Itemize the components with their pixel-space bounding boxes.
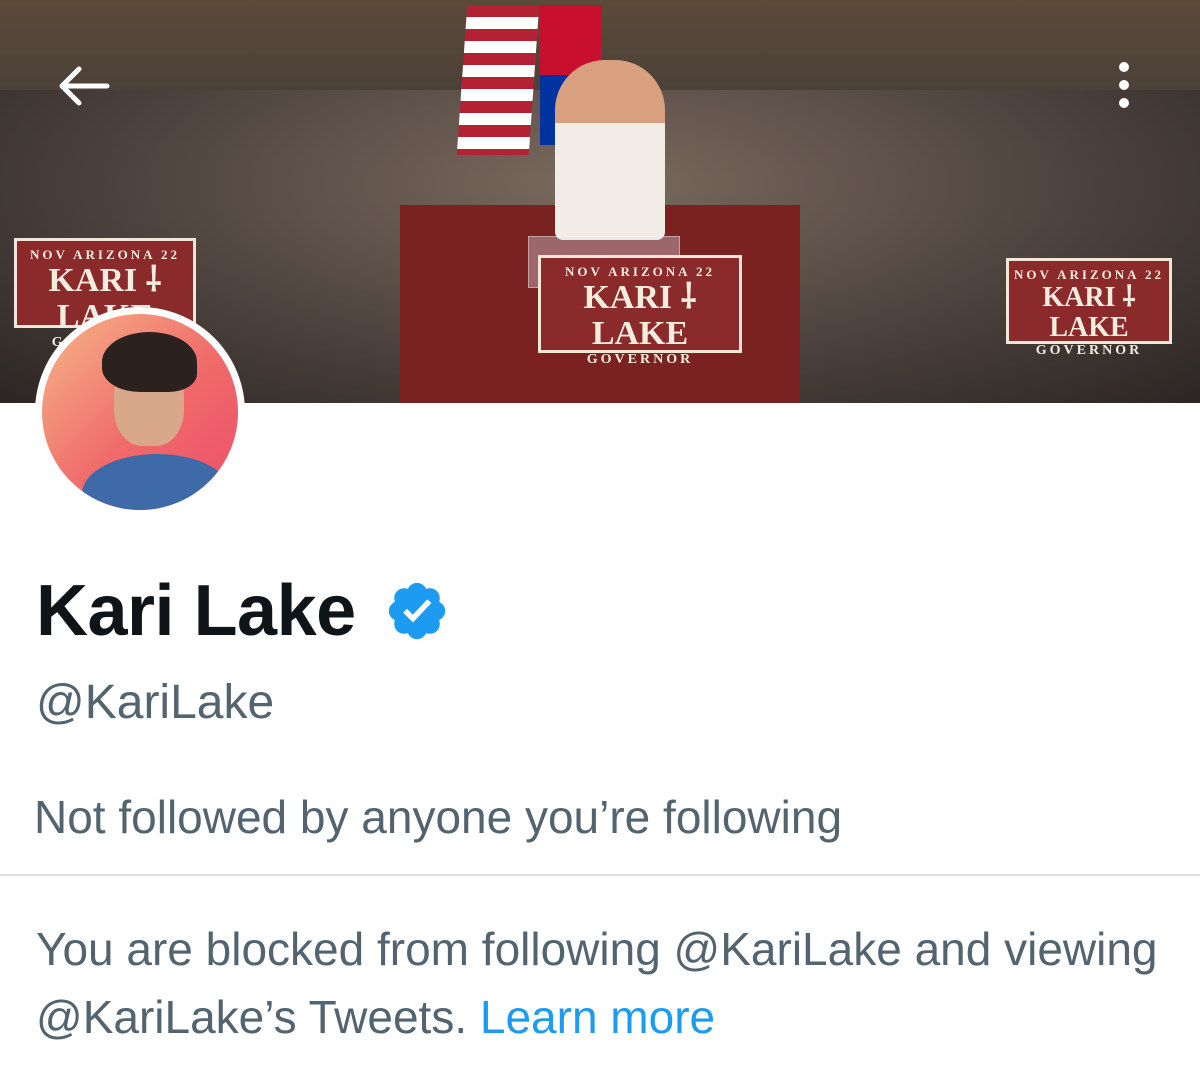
followers-you-know-note: Not followed by anyone you’re following — [34, 791, 843, 843]
avatar-portrait-hair — [102, 332, 197, 392]
sign-top-text: NOV ARIZONA 22 — [1013, 267, 1165, 282]
profile-handle: @KariLake — [36, 676, 275, 729]
back-button[interactable] — [48, 56, 118, 116]
sign-top-text: NOV ARIZONA 22 — [29, 247, 181, 262]
profile-name-row: Kari Lake — [36, 570, 450, 652]
learn-more-link[interactable]: Learn more — [480, 991, 715, 1043]
sign-top-text: NOV ARIZONA 22 — [564, 264, 716, 279]
sign-main-text: KARI ⸸ LAKE — [1042, 282, 1136, 343]
divider — [0, 874, 1200, 876]
campaign-sign: NOV ARIZONA 22 KARI ⸸ LAKE GOVERNOR — [538, 255, 742, 367]
arrow-left-icon — [59, 66, 110, 106]
blocked-notice: You are blocked from following @KariLake… — [36, 915, 1166, 1051]
avatar-portrait-shirt — [82, 454, 232, 510]
more-vertical-icon — [1119, 62, 1129, 108]
sign-bottom-text: GOVERNOR — [1035, 343, 1143, 358]
us-flag — [456, 5, 540, 155]
campaign-sign: NOV ARIZONA 22 KARI ⸸ LAKE GOVERNOR — [1006, 258, 1172, 358]
sign-bottom-text: GOVERNOR — [586, 352, 694, 367]
banner-speaker — [555, 60, 665, 240]
more-options-button[interactable] — [1100, 55, 1148, 115]
profile-name: Kari Lake — [36, 571, 356, 651]
profile-avatar[interactable] — [35, 307, 245, 517]
avatar-image — [42, 314, 238, 510]
sign-main-text: KARI ⸸ LAKE — [583, 279, 697, 352]
verified-badge-icon[interactable] — [384, 578, 450, 644]
